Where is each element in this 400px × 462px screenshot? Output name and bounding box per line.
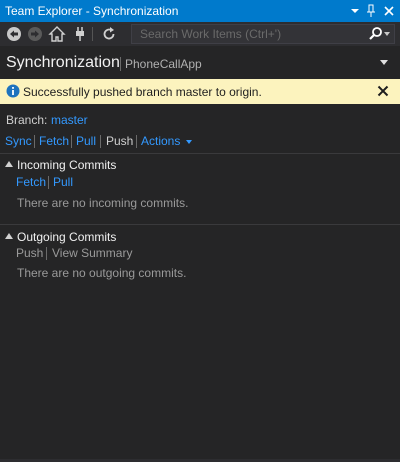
toolbar — [0, 22, 400, 46]
section-divider — [0, 224, 400, 225]
incoming-empty-message: There are no incoming commits. — [17, 196, 189, 210]
window-dropdown-icon[interactable] — [347, 2, 363, 20]
notification-message: Successfully pushed branch master to ori… — [23, 85, 262, 99]
section-divider — [0, 153, 400, 154]
link-separator — [100, 135, 101, 148]
actions-chevron-down-icon[interactable] — [186, 140, 192, 144]
outgoing-push-label: Push — [16, 246, 44, 260]
info-icon — [6, 84, 20, 98]
toolbar-separator — [92, 27, 93, 41]
project-name[interactable]: PhoneCallApp — [125, 57, 202, 71]
outgoing-empty-message: There are no outgoing commits. — [17, 266, 187, 280]
notification-bar: Successfully pushed branch master to ori… — [0, 79, 400, 104]
fetch-link[interactable]: Fetch — [39, 134, 69, 148]
link-separator — [34, 135, 35, 148]
header-separator — [120, 57, 121, 71]
title-bar: Team Explorer - Synchronization — [0, 0, 400, 22]
push-label: Push — [106, 134, 134, 148]
window-title: Team Explorer - Synchronization — [5, 4, 179, 18]
page-menu-chevron-down-icon[interactable] — [380, 60, 388, 65]
link-separator — [71, 135, 72, 148]
link-separator — [136, 135, 137, 148]
close-icon[interactable] — [377, 85, 389, 97]
pull-link[interactable]: Pull — [76, 134, 96, 148]
outgoing-commits-title[interactable]: Outgoing Commits — [17, 230, 116, 244]
link-separator — [46, 247, 47, 260]
view-summary-label: View Summary — [52, 246, 133, 260]
search-options-chevron-icon[interactable] — [384, 32, 390, 36]
refresh-icon[interactable] — [100, 25, 118, 43]
home-icon[interactable] — [48, 25, 66, 43]
page-title: Synchronization — [6, 54, 120, 71]
link-separator — [48, 176, 49, 189]
forward-icon[interactable] — [26, 25, 44, 43]
search-input[interactable] — [140, 26, 360, 42]
search-box[interactable] — [131, 24, 395, 44]
branch-label: Branch: — [6, 113, 48, 127]
connect-icon[interactable] — [71, 25, 89, 43]
window-close-icon[interactable] — [381, 2, 397, 20]
incoming-fetch-link[interactable]: Fetch — [16, 175, 46, 189]
page-header: Synchronization PhoneCallApp — [0, 48, 400, 78]
collapse-incoming-icon[interactable] — [5, 161, 13, 167]
collapse-outgoing-icon[interactable] — [5, 233, 13, 239]
back-icon[interactable] — [5, 25, 23, 43]
sync-link[interactable]: Sync — [5, 134, 32, 148]
search-icon[interactable] — [368, 25, 384, 43]
incoming-pull-link[interactable]: Pull — [53, 175, 73, 189]
incoming-commits-title[interactable]: Incoming Commits — [17, 158, 116, 172]
pin-icon[interactable] — [363, 2, 379, 20]
actions-menu[interactable]: Actions — [141, 134, 180, 148]
branch-link[interactable]: master — [51, 113, 88, 127]
